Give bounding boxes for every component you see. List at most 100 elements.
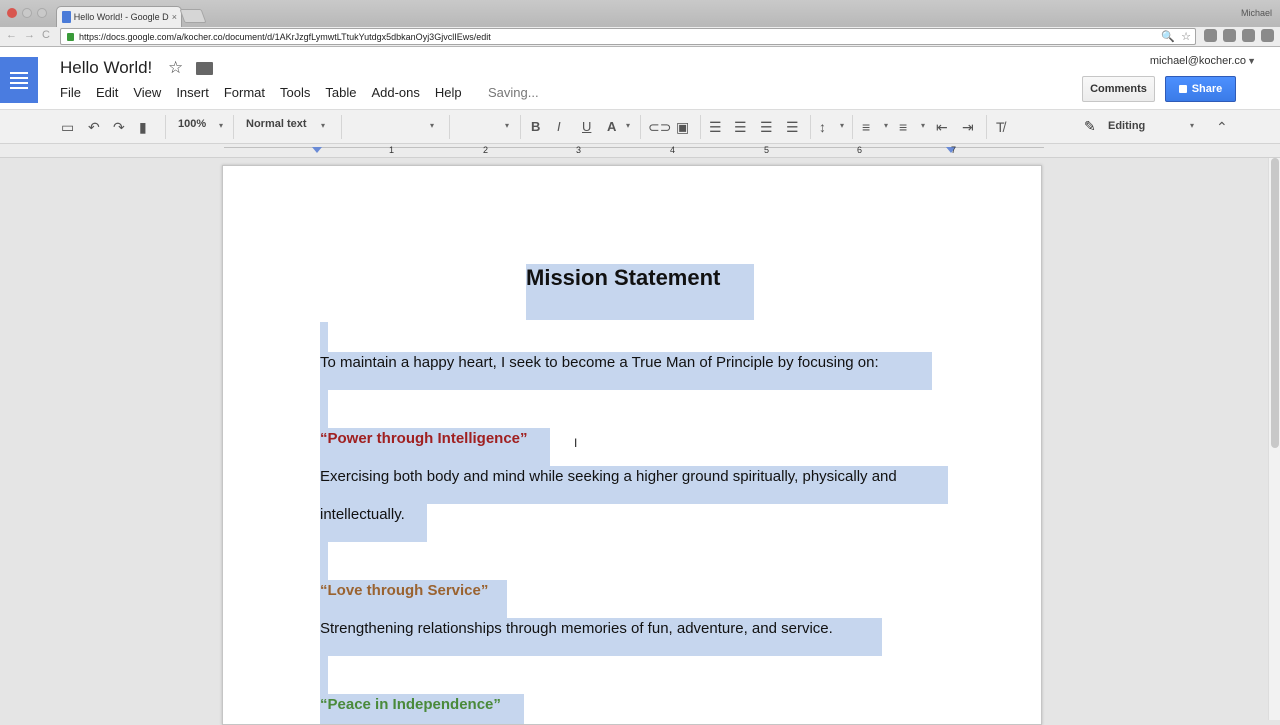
extension-icon[interactable] bbox=[1242, 29, 1255, 42]
back-icon[interactable]: ← bbox=[6, 29, 17, 41]
align-center-icon[interactable]: ☰ bbox=[734, 119, 747, 136]
print-icon[interactable]: ▭ bbox=[61, 119, 74, 136]
ruler-number: 1 bbox=[389, 145, 395, 155]
extension-icon[interactable] bbox=[1204, 29, 1217, 42]
chevron-down-icon[interactable]: ▾ bbox=[219, 121, 223, 130]
menu-view[interactable]: View bbox=[133, 85, 161, 100]
chevron-down-icon[interactable]: ▾ bbox=[626, 121, 630, 130]
url-text[interactable]: https://docs.google.com/a/kocher.co/docu… bbox=[79, 32, 491, 42]
star-icon[interactable]: ☆ bbox=[168, 58, 183, 78]
undo-icon[interactable]: ↶ bbox=[88, 119, 100, 136]
increase-indent-icon[interactable]: ⇥ bbox=[962, 119, 974, 136]
chevron-down-icon[interactable]: ▾ bbox=[321, 121, 325, 130]
clear-formatting-icon[interactable]: T̸ bbox=[996, 119, 1005, 135]
docs-favicon-icon bbox=[62, 11, 71, 23]
forward-icon[interactable]: → bbox=[24, 29, 35, 41]
browser-tabstrip: Hello World! - Google Docs × Michael bbox=[0, 0, 1280, 27]
ruler-track bbox=[224, 147, 1044, 155]
extension-icon[interactable] bbox=[1261, 29, 1274, 42]
chevron-down-icon[interactable]: ▾ bbox=[1190, 121, 1194, 130]
document-canvas[interactable]: Mission Statement To maintain a happy he… bbox=[0, 158, 1268, 725]
menu-edit[interactable]: Edit bbox=[96, 85, 118, 100]
minimize-window-button[interactable] bbox=[22, 8, 32, 18]
chevron-down-icon[interactable]: ▾ bbox=[505, 121, 509, 130]
justify-icon[interactable]: ☰ bbox=[786, 119, 799, 136]
docs-home-icon[interactable] bbox=[0, 57, 38, 103]
browser-tab[interactable]: Hello World! - Google Docs × bbox=[56, 6, 182, 27]
new-tab-button[interactable] bbox=[179, 9, 207, 23]
save-status: Saving... bbox=[488, 85, 539, 100]
profile-name[interactable]: Michael bbox=[1241, 8, 1272, 18]
left-indent-marker[interactable] bbox=[312, 147, 322, 153]
numbered-list-icon[interactable]: ≡ bbox=[862, 119, 870, 135]
menu-addons[interactable]: Add-ons bbox=[371, 85, 419, 100]
browser-toolbar: ← → C https://docs.google.com/a/kocher.c… bbox=[0, 27, 1280, 47]
chevron-down-icon[interactable]: ▾ bbox=[430, 121, 434, 130]
menu-tools[interactable]: Tools bbox=[280, 85, 310, 100]
document-title[interactable]: Hello World! bbox=[60, 58, 152, 78]
selection-highlight bbox=[320, 390, 328, 428]
menu-format[interactable]: Format bbox=[224, 85, 265, 100]
ruler-number: 7 bbox=[951, 145, 957, 155]
lock-icon bbox=[1178, 85, 1187, 93]
scrollbar-thumb[interactable] bbox=[1271, 158, 1279, 448]
secure-lock-icon bbox=[67, 32, 74, 41]
redo-icon[interactable]: ↷ bbox=[113, 119, 125, 136]
document-heading[interactable]: Mission Statement bbox=[526, 265, 720, 291]
pencil-icon: ✎ bbox=[1084, 118, 1096, 134]
comment-icon[interactable]: ▣ bbox=[676, 119, 689, 136]
underline-button[interactable]: U bbox=[582, 119, 591, 134]
docs-header: Hello World! ☆ File Edit View Insert For… bbox=[0, 47, 1280, 109]
paragraph-power-line2[interactable]: intellectually. bbox=[320, 506, 405, 523]
align-left-icon[interactable]: ☰ bbox=[709, 119, 722, 136]
zoom-select[interactable]: 100% bbox=[178, 118, 206, 130]
bulleted-list-icon[interactable]: ≡ bbox=[899, 119, 907, 135]
bold-button[interactable]: B bbox=[531, 119, 540, 134]
bookmark-star-icon[interactable]: ☆ bbox=[1181, 30, 1191, 43]
search-icon[interactable]: 🔍 bbox=[1161, 30, 1175, 43]
zoom-window-button[interactable] bbox=[37, 8, 47, 18]
collapse-menus-icon[interactable]: ⌃ bbox=[1216, 119, 1228, 136]
decrease-indent-icon[interactable]: ⇤ bbox=[936, 119, 948, 136]
heading-power[interactable]: “Power through Intelligence” bbox=[320, 430, 528, 447]
style-select[interactable]: Normal text bbox=[246, 118, 307, 130]
paragraph-power-line1[interactable]: Exercising both body and mind while seek… bbox=[320, 468, 897, 485]
text-color-button[interactable]: A bbox=[607, 119, 616, 134]
comments-button[interactable]: Comments bbox=[1082, 76, 1155, 102]
selection-highlight bbox=[320, 542, 328, 580]
paragraph-intro[interactable]: To maintain a happy heart, I seek to bec… bbox=[320, 354, 879, 371]
document-page[interactable]: Mission Statement To maintain a happy he… bbox=[222, 165, 1042, 725]
paint-format-icon[interactable]: ▮ bbox=[139, 119, 147, 136]
menu-help[interactable]: Help bbox=[435, 85, 462, 100]
text-cursor-icon: I bbox=[574, 436, 578, 450]
line-spacing-icon[interactable]: ↕ bbox=[819, 119, 826, 135]
chevron-down-icon[interactable]: ▼ bbox=[1247, 56, 1256, 66]
heading-love[interactable]: “Love through Service” bbox=[320, 582, 488, 599]
chevron-down-icon[interactable]: ▾ bbox=[921, 121, 925, 130]
ruler: 1 2 3 4 5 6 7 bbox=[0, 144, 1280, 158]
formatting-toolbar: ▭ ↶ ↷ ▮ 100% ▾ Normal text ▾ ▾ ▾ B I U A… bbox=[0, 109, 1280, 144]
heading-peace[interactable]: “Peace in Independence” bbox=[320, 696, 501, 713]
paragraph-love[interactable]: Strengthening relationships through memo… bbox=[320, 620, 833, 637]
share-button[interactable]: Share bbox=[1165, 76, 1236, 102]
ruler-number: 4 bbox=[670, 145, 676, 155]
chevron-down-icon[interactable]: ▾ bbox=[840, 121, 844, 130]
extension-icon[interactable] bbox=[1223, 29, 1236, 42]
chevron-down-icon[interactable]: ▾ bbox=[884, 121, 888, 130]
ruler-number: 5 bbox=[764, 145, 770, 155]
link-icon[interactable]: ⊂⊃ bbox=[648, 119, 671, 136]
reload-icon[interactable]: C bbox=[42, 29, 50, 41]
align-right-icon[interactable]: ☰ bbox=[760, 119, 773, 136]
italic-button[interactable]: I bbox=[557, 119, 561, 134]
menu-bar: File Edit View Insert Format Tools Table… bbox=[60, 85, 477, 100]
menu-file[interactable]: File bbox=[60, 85, 81, 100]
address-bar[interactable]: https://docs.google.com/a/kocher.co/docu… bbox=[60, 28, 1196, 45]
vertical-scrollbar[interactable] bbox=[1268, 158, 1280, 720]
folder-icon[interactable] bbox=[196, 62, 213, 75]
account-email[interactable]: michael@kocher.co bbox=[1150, 55, 1246, 67]
close-window-button[interactable] bbox=[7, 8, 17, 18]
menu-insert[interactable]: Insert bbox=[176, 85, 209, 100]
editing-mode-select[interactable]: Editing bbox=[1108, 120, 1145, 132]
menu-table[interactable]: Table bbox=[325, 85, 356, 100]
tab-close-icon[interactable]: × bbox=[172, 12, 177, 22]
